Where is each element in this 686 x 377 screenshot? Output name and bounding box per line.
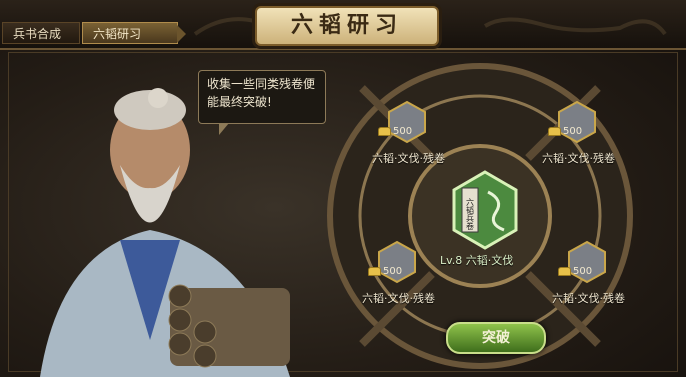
page-title: 六韬研习 bbox=[255, 6, 439, 46]
scroll-slot[interactable]: 500 六韬·文伐·残卷 bbox=[542, 100, 615, 166]
breakthrough-button[interactable]: 突破 bbox=[446, 322, 546, 354]
tab-liutao-yanxi[interactable]: 六韬研习 bbox=[82, 22, 186, 44]
tab-bingshu-hecheng[interactable]: 兵书合成 bbox=[2, 22, 80, 44]
speech-bubble: 收集一些同类残卷便能最终突破! bbox=[198, 70, 326, 135]
slot-name: 六韬·文伐·残卷 bbox=[372, 152, 445, 165]
book-title: 六韬兵卷 bbox=[466, 197, 475, 230]
level-label: Lv.8 bbox=[440, 254, 463, 267]
scroll-slot[interactable]: 500 六韬·文伐·残卷 bbox=[362, 240, 435, 306]
slot-name: 六韬·文伐·残卷 bbox=[552, 292, 625, 305]
center-name: 六韬·文伐 bbox=[465, 254, 514, 267]
gold-ingot-icon bbox=[558, 267, 571, 276]
game-window: 兵书合成 六韬研习 六韬研习 收集一些同类残卷便能最终突破! 500 六韬·文伐… bbox=[0, 0, 686, 377]
cost-value: 500 bbox=[393, 126, 413, 137]
cost-badge: 500 bbox=[368, 266, 402, 277]
cost-value: 500 bbox=[383, 266, 403, 277]
sage-portrait bbox=[40, 88, 290, 377]
cost-value: 500 bbox=[573, 266, 593, 277]
gold-ingot-icon bbox=[378, 127, 391, 136]
scroll-icon bbox=[388, 100, 426, 144]
dragon-ornament-right bbox=[483, 17, 667, 36]
scroll-icon bbox=[568, 240, 606, 284]
cost-badge: 500 bbox=[378, 126, 412, 137]
cost-value: 500 bbox=[563, 126, 583, 137]
gold-ingot-icon bbox=[548, 127, 561, 136]
scroll-icon bbox=[378, 240, 416, 284]
top-bar: 兵书合成 六韬研习 六韬研习 bbox=[0, 0, 686, 50]
center-book-icon[interactable]: 六韬兵卷 bbox=[452, 170, 518, 250]
scroll-slot[interactable]: 500 六韬·文伐·残卷 bbox=[552, 240, 625, 306]
gold-ingot-icon bbox=[368, 267, 381, 276]
scroll-icon bbox=[558, 100, 596, 144]
scroll-slot[interactable]: 500 六韬·文伐·残卷 bbox=[372, 100, 445, 166]
cost-badge: 500 bbox=[558, 266, 592, 277]
slot-name: 六韬·文伐·残卷 bbox=[362, 292, 435, 305]
center-item-label: Lv.8 六韬·文伐 bbox=[440, 252, 513, 268]
cost-badge: 500 bbox=[548, 126, 582, 137]
slot-name: 六韬·文伐·残卷 bbox=[542, 152, 615, 165]
